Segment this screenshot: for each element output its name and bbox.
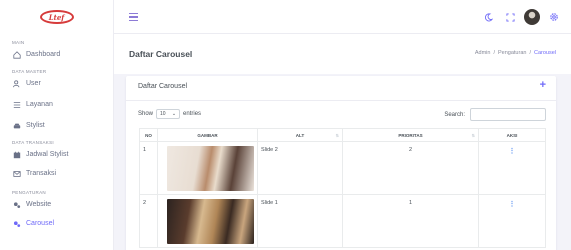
cell-prioritas: 2: [342, 141, 479, 195]
header-label: AKSI: [506, 132, 518, 138]
cell-gambar: [157, 141, 258, 195]
breadcrumb-carousel: Carousel: [533, 50, 556, 56]
brand-logo-text: Ltef: [48, 12, 65, 22]
cogs-icon: [13, 201, 21, 208]
cell-prioritas: 1: [342, 194, 479, 248]
sidebar-item-label: Layanan: [26, 101, 53, 108]
breadcrumb-pengaturan[interactable]: Pengaturan: [498, 50, 526, 56]
header-label: PRIORITAS: [398, 132, 423, 138]
search-input[interactable]: [470, 108, 546, 121]
sidebar-item-carousel[interactable]: Carousel: [0, 217, 113, 230]
entries-label: entries: [183, 111, 202, 117]
sidebar-item-website[interactable]: Website: [0, 198, 113, 211]
card-title: Daftar Carousel: [138, 83, 188, 90]
chevron-down-icon: ⌄: [171, 111, 177, 117]
cell-gambar: [157, 194, 258, 248]
sidebar-item-label: Stylist: [26, 122, 45, 129]
column-header-alt[interactable]: ALT ⇅: [257, 128, 343, 142]
sidebar-item-jadwal-stylist[interactable]: Jadwal Stylist: [0, 148, 113, 161]
cell-no: 2: [139, 194, 158, 248]
sidebar-item-label: Transaksi: [26, 170, 57, 177]
breadcrumb-admin[interactable]: Admin: [475, 50, 491, 56]
cell-alt: Slide 2: [257, 141, 343, 195]
add-carousel-button[interactable]: +: [540, 80, 546, 91]
carousel-image: [167, 199, 254, 244]
show-label: Show: [138, 111, 154, 117]
gear-icon: [550, 13, 558, 21]
carousel-image: [167, 146, 254, 191]
breadcrumb-separator: /: [493, 50, 495, 56]
table-row: 2 Slide 1 1 ⋮: [139, 194, 546, 248]
sidebar-item-label: Jadwal Stylist: [26, 151, 69, 158]
breadcrumb: Admin / Pengaturan / Carousel: [475, 50, 556, 56]
list-icon: [13, 101, 21, 108]
column-header-prioritas[interactable]: PRIORITAS ⇅: [342, 128, 479, 142]
table-header-row: NO GAMBAR ALT ⇅ PRIORITAS ⇅ AKSI: [139, 128, 546, 142]
sidebar-item-transaksi[interactable]: Transaksi: [0, 167, 113, 180]
carousel-card: Daftar Carousel + Show 10 ⌄ entries Sear…: [126, 76, 556, 250]
page-title: Daftar Carousel: [129, 49, 193, 59]
fullscreen-toggle[interactable]: [499, 12, 521, 22]
sort-icon: ⇅: [335, 133, 339, 138]
header-label: NO: [145, 132, 152, 138]
topbar-actions: [477, 0, 571, 34]
moon-icon: [484, 12, 493, 21]
topbar: [114, 0, 571, 34]
length-control: Show 10 ⌄ entries: [138, 109, 201, 119]
sidebar-item-stylist[interactable]: Stylist: [0, 119, 113, 132]
home-icon: [13, 50, 21, 59]
sidebar-item-label: Website: [26, 201, 52, 208]
cell-alt: Slide 1: [257, 194, 343, 248]
entries-select[interactable]: 10 ⌄: [156, 109, 181, 119]
sidebar-item-dashboard[interactable]: Dashboard: [0, 48, 113, 61]
sidebar-item-label: Dashboard: [26, 51, 61, 58]
logo-area: Ltef: [0, 0, 113, 34]
search-label: Search:: [444, 111, 465, 118]
table-row: 1 Slide 2 2 ⋮: [139, 141, 546, 195]
sidebar-item-user[interactable]: User: [0, 77, 113, 90]
header-label: GAMBAR: [197, 132, 218, 138]
sidebar-item-label: User: [26, 80, 41, 87]
sidebar-item-label: Carousel: [26, 220, 55, 227]
avatar: [524, 9, 540, 25]
sidebar: Ltef MAIN Dashboard DATA MASTER User Lay…: [0, 0, 114, 250]
settings-button[interactable]: [543, 12, 565, 22]
cell-no: 1: [139, 141, 158, 195]
action-menu-icon[interactable]: ⋮: [478, 141, 546, 195]
search-control: Search:: [444, 108, 546, 121]
fullscreen-icon: [505, 12, 515, 22]
header-label: ALT: [295, 132, 305, 138]
column-header-aksi[interactable]: AKSI: [478, 128, 546, 142]
divider: [126, 100, 556, 101]
mail-icon: [13, 170, 21, 177]
carousel-table: NO GAMBAR ALT ⇅ PRIORITAS ⇅ AKSI 1 Slide 2…: [139, 128, 546, 248]
action-menu-icon[interactable]: ⋮: [478, 194, 546, 248]
column-header-no[interactable]: NO: [139, 128, 158, 142]
menu-toggle-icon[interactable]: [129, 13, 138, 21]
cogs-icon: [13, 220, 21, 227]
calendar-icon: [13, 151, 21, 158]
page-header: Daftar Carousel Admin / Pengaturan / Car…: [114, 34, 571, 74]
user-menu[interactable]: [521, 9, 543, 25]
column-header-gambar[interactable]: GAMBAR: [157, 128, 258, 142]
users-icon: [13, 79, 20, 87]
breadcrumb-separator: /: [529, 50, 531, 56]
entries-value: 10: [160, 111, 166, 117]
brand-logo[interactable]: Ltef: [39, 10, 74, 24]
car-icon: [13, 123, 21, 128]
dark-mode-toggle[interactable]: [477, 12, 499, 22]
sort-icon: ⇅: [471, 133, 475, 138]
sidebar-item-layanan[interactable]: Layanan: [0, 98, 113, 111]
